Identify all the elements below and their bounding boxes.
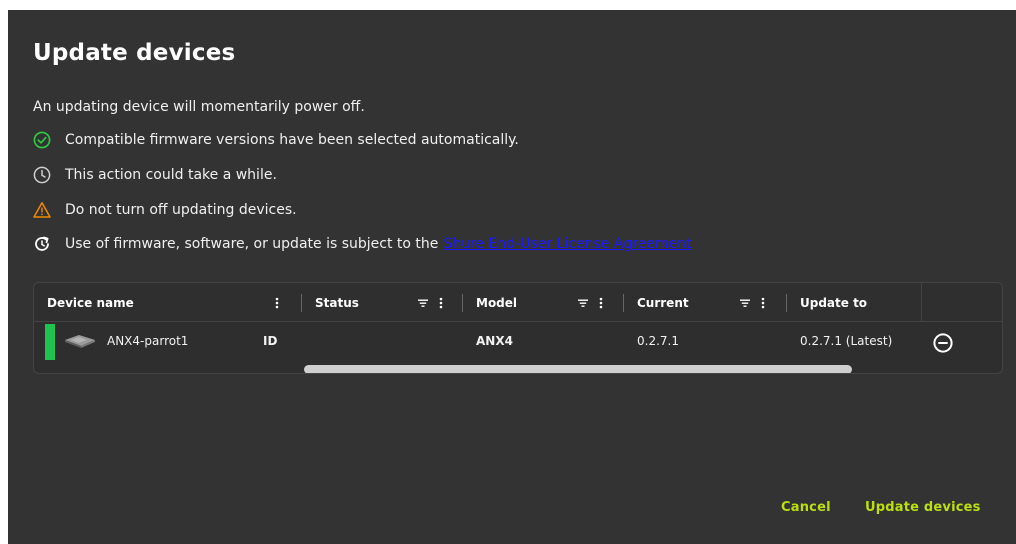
check-circle-icon — [33, 131, 51, 149]
table-header: Device name Status Model Current Update … — [34, 283, 1002, 322]
column-update-to-label: Update to — [800, 295, 868, 310]
note-warning: Do not turn off updating devices. — [33, 201, 297, 219]
identify-button[interactable]: ID — [263, 334, 277, 348]
column-update-to[interactable]: Update to — [787, 283, 921, 322]
column-current[interactable]: Current — [624, 283, 786, 322]
note-duration-text: This action could take a while. — [65, 167, 277, 183]
note-license-text: Use of firmware, software, or update is … — [65, 236, 439, 252]
note-warning-text: Do not turn off updating devices. — [65, 202, 297, 218]
dialog-title: Update devices — [33, 40, 236, 66]
filter-icon[interactable] — [416, 296, 430, 310]
column-status-label: Status — [315, 295, 359, 310]
note-compatible: Compatible firmware versions have been s… — [33, 131, 519, 149]
note-duration: This action could take a while. — [33, 166, 277, 184]
table-row[interactable]: ANX4-parrot1 ID ANX4 0.2.7.1 0.2.7.1 (La… — [34, 323, 1002, 363]
device-name-cell: ANX4-parrot1 — [107, 334, 189, 348]
warning-triangle-icon — [33, 201, 51, 219]
note-compatible-text: Compatible firmware versions have been s… — [65, 132, 519, 148]
device-hardware-icon — [63, 333, 97, 349]
column-menu-icon[interactable] — [594, 296, 608, 310]
column-divider — [921, 283, 922, 322]
column-model[interactable]: Model — [463, 283, 623, 322]
update-to-cell[interactable]: 0.2.7.1 (Latest) — [800, 334, 892, 348]
cancel-button[interactable]: Cancel — [781, 500, 831, 515]
intro-text: An updating device will momentarily powe… — [33, 99, 365, 115]
devices-table: Device name Status Model Current Update … — [33, 282, 1003, 374]
column-status[interactable]: Status — [302, 283, 462, 322]
clock-icon — [33, 166, 51, 184]
column-menu-icon[interactable] — [756, 296, 770, 310]
note-license: Use of firmware, software, or update is … — [33, 235, 692, 253]
model-cell: ANX4 — [476, 334, 513, 348]
current-version-cell: 0.2.7.1 — [637, 334, 679, 348]
filter-icon[interactable] — [576, 296, 590, 310]
eula-link[interactable]: Shure End-User License Agreement — [443, 236, 691, 252]
column-menu-icon[interactable] — [434, 296, 448, 310]
column-device-name[interactable]: Device name — [34, 283, 288, 322]
refresh-icon — [33, 235, 51, 253]
column-device-name-label: Device name — [47, 295, 134, 310]
column-menu-icon[interactable] — [270, 296, 284, 310]
filter-icon[interactable] — [738, 296, 752, 310]
remove-device-icon[interactable] — [932, 332, 954, 354]
scrollbar-thumb[interactable] — [304, 365, 852, 373]
horizontal-scrollbar[interactable] — [304, 365, 864, 373]
device-status-indicator — [45, 324, 55, 360]
column-current-label: Current — [637, 295, 689, 310]
update-devices-dialog: Update devices An updating device will m… — [8, 10, 1016, 544]
column-model-label: Model — [476, 295, 518, 310]
update-devices-button[interactable]: Update devices — [865, 500, 981, 515]
